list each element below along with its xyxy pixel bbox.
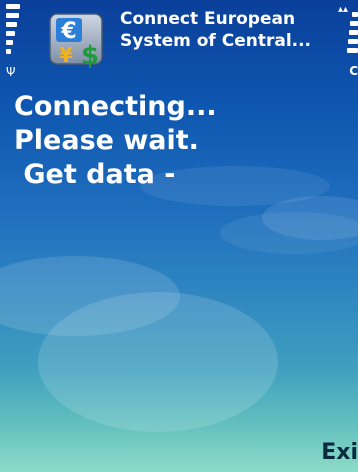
app-title-line1: Connect European: [120, 9, 296, 29]
title-bar: Ψ € ¥ $ Connect European System of Centr…: [0, 0, 358, 86]
status-message-connecting: Connecting...: [14, 91, 217, 122]
svg-text:¥: ¥: [59, 43, 73, 67]
currency-exchange-icon: € ¥ $: [49, 13, 103, 71]
antenna-icon: Ψ: [6, 65, 16, 79]
background-blob: [220, 212, 358, 254]
app-title-line2: System of Central...: [120, 31, 312, 51]
exit-softkey[interactable]: Exi: [321, 440, 358, 466]
app-title: Connect European System of Central...: [120, 8, 330, 52]
status-message-get-data: Get data -: [14, 159, 176, 190]
status-message-wait: Please wait.: [14, 125, 199, 156]
svg-text:€: €: [60, 19, 76, 44]
background-blob: [38, 292, 278, 432]
app-screen: Ψ € ¥ $ Connect European System of Centr…: [0, 0, 358, 472]
svg-text:$: $: [81, 41, 99, 71]
status-indicator: C: [349, 64, 358, 78]
signal-strength-icon: [6, 4, 22, 66]
